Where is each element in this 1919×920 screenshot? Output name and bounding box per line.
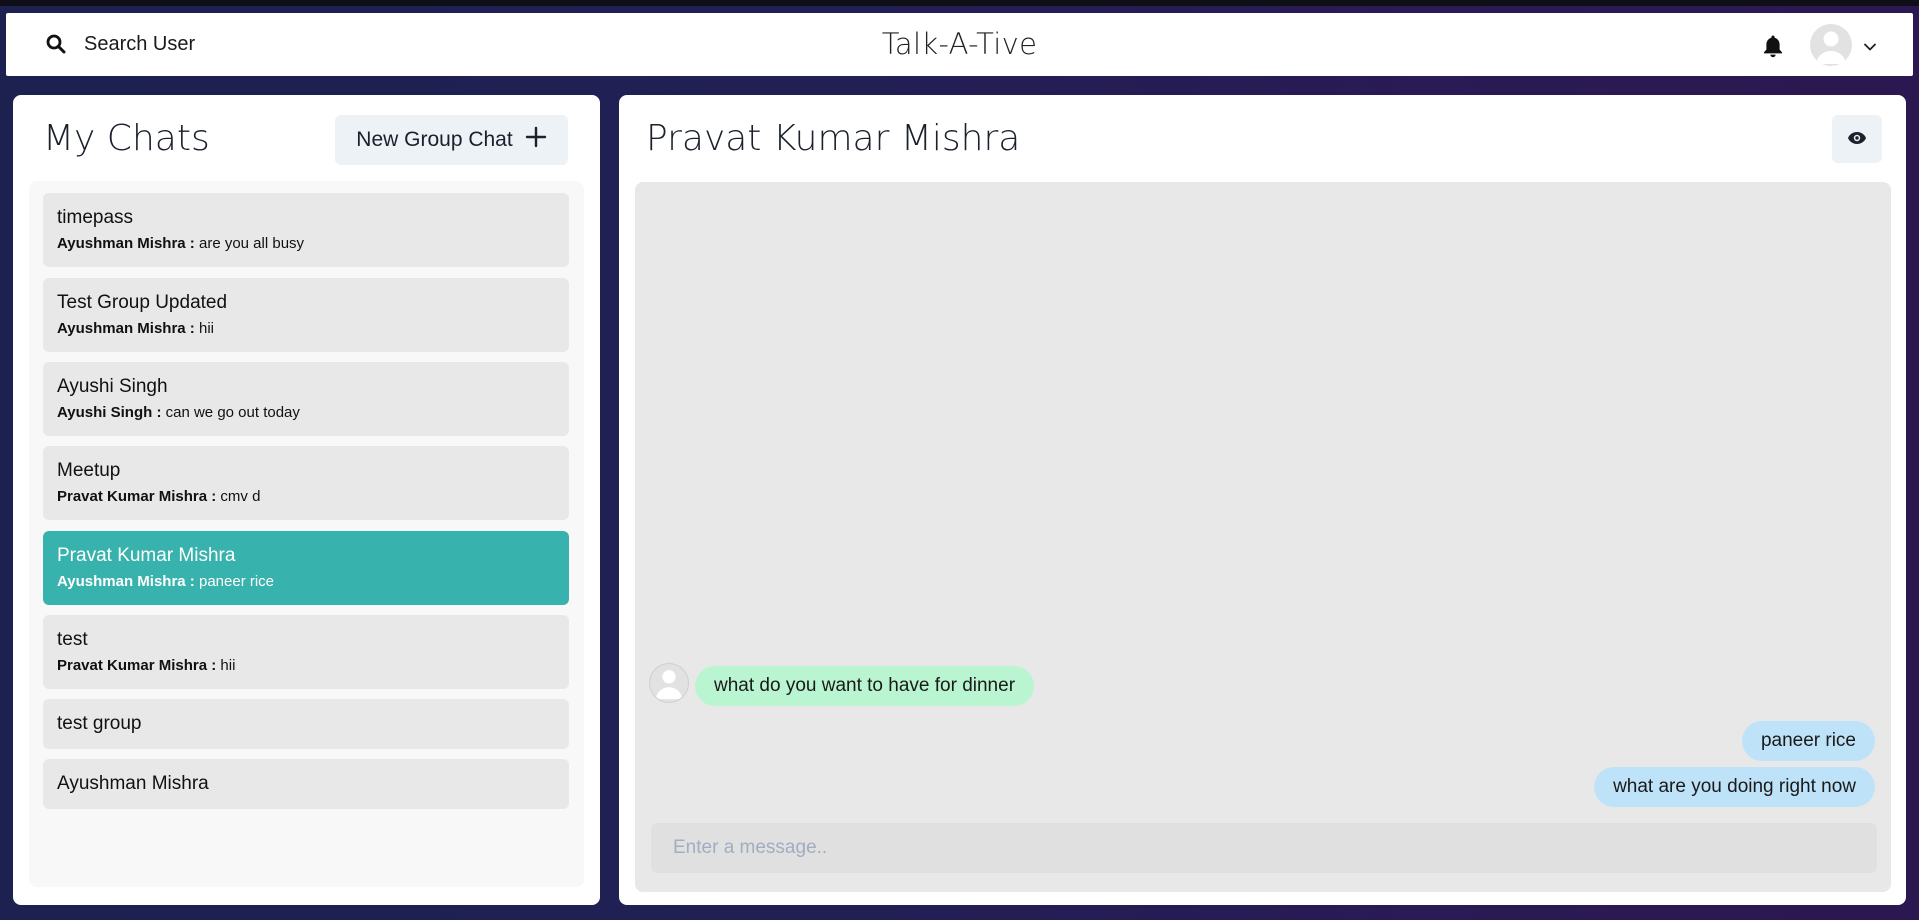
message-bubble-outgoing: what are you doing right now: [1594, 767, 1875, 807]
chat-last-message: Ayushman Mishra : paneer rice: [57, 573, 555, 591]
chat-name: Test Group Updated: [57, 292, 228, 313]
chat-name: Pravat Kumar Mishra: [57, 545, 236, 566]
chat-name: Meetup: [57, 460, 121, 481]
search-user-button[interactable]: Search User: [34, 24, 207, 64]
chat-last-message: Ayushman Mishra : are you all busy: [57, 235, 555, 253]
my-chats-panel: My Chats New Group Chat timepass Ayushma…: [13, 95, 600, 905]
message-bubble-outgoing: paneer rice: [1741, 721, 1875, 761]
chat-last-message: Ayushi Singh : can we go out today: [57, 404, 555, 422]
chat-panel: Pravat Kumar Mishra what do you want to …: [619, 95, 1906, 905]
chat-last-text: paneer rice: [198, 573, 275, 590]
chat-item-test-group[interactable]: test group: [43, 699, 569, 749]
message-bubble-incoming: what do you want to have for dinner: [695, 666, 1035, 706]
chat-item-ayushman-mishra[interactable]: Ayushman Mishra: [43, 759, 569, 809]
chat-last-text: hii: [198, 320, 214, 337]
avatar-icon: [1810, 24, 1852, 66]
eye-icon: [1847, 131, 1867, 148]
chat-last-message: Pravat Kumar Mishra : hii: [57, 657, 555, 675]
messages-area[interactable]: what do you want to have for dinner pane…: [635, 182, 1891, 892]
chat-name: timepass: [57, 207, 134, 228]
app-title: Talk-A-Tive: [881, 27, 1038, 61]
chat-item-test-group-updated[interactable]: Test Group Updated Ayushman Mishra : hii: [43, 278, 569, 352]
chat-last-sender: Ayushman Mishra :: [57, 320, 195, 337]
chat-name: test: [57, 629, 88, 650]
chat-item-test[interactable]: test Pravat Kumar Mishra : hii: [43, 615, 569, 689]
chat-item-ayushi-singh[interactable]: Ayushi Singh Ayushi Singh : can we go ou…: [43, 362, 569, 436]
chat-item-timepass[interactable]: timepass Ayushman Mishra : are you all b…: [43, 193, 569, 267]
chat-last-message: Pravat Kumar Mishra : cmv d: [57, 488, 555, 506]
chat-name: test group: [57, 713, 142, 734]
chat-item-meetup[interactable]: Meetup Pravat Kumar Mishra : cmv d: [43, 446, 569, 520]
chat-last-message: Ayushman Mishra : hii: [57, 320, 555, 338]
chat-last-text: hii: [220, 657, 236, 674]
search-icon: [46, 34, 66, 54]
chat-last-text: can we go out today: [165, 404, 300, 421]
chat-last-text: cmv d: [220, 488, 261, 505]
my-chats-title: My Chats: [43, 118, 210, 159]
chat-last-sender: Pravat Kumar Mishra :: [57, 488, 217, 505]
chat-list: timepass Ayushman Mishra : are you all b…: [29, 181, 584, 887]
window-top-strip: [0, 0, 1919, 6]
plus-icon: [525, 126, 547, 154]
bell-icon[interactable]: [1758, 31, 1788, 61]
chat-name: Ayushman Mishra: [57, 773, 209, 794]
message-input[interactable]: [651, 823, 1877, 873]
avatar-icon[interactable]: [649, 663, 689, 703]
chat-last-sender: Ayushman Mishra :: [57, 235, 195, 252]
chat-last-sender: Pravat Kumar Mishra :: [57, 657, 217, 674]
chat-title: Pravat Kumar Mishra: [646, 118, 1021, 159]
chat-last-sender: Ayushi Singh :: [57, 404, 162, 421]
chat-last-sender: Ayushman Mishra :: [57, 573, 195, 590]
profile-menu-button[interactable]: [1810, 23, 1876, 67]
new-group-chat-button[interactable]: New Group Chat: [335, 115, 568, 165]
chat-name: Ayushi Singh: [57, 376, 168, 397]
search-user-label: Search User: [84, 32, 196, 55]
top-bar: Search User Talk-A-Tive: [6, 13, 1913, 76]
chevron-down-icon: [1864, 36, 1876, 55]
chat-item-pravat-kumar-mishra[interactable]: Pravat Kumar Mishra Ayushman Mishra : pa…: [43, 531, 569, 605]
view-profile-button[interactable]: [1832, 115, 1882, 163]
chat-last-text: are you all busy: [198, 235, 305, 252]
new-group-chat-label: New Group Chat: [356, 128, 513, 151]
